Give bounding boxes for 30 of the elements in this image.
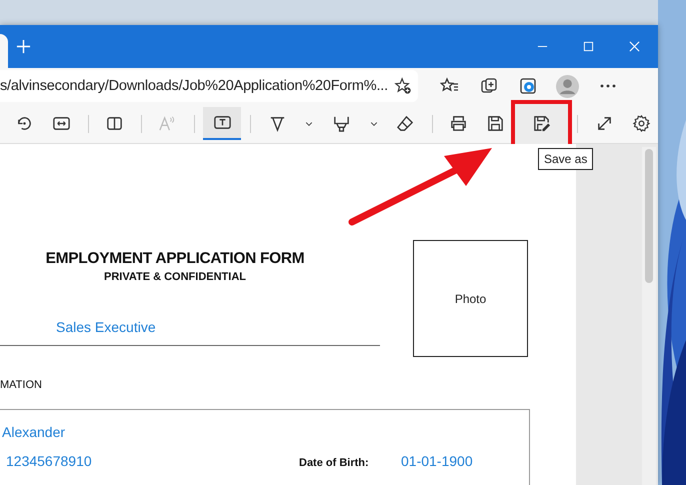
eraser-icon — [396, 114, 416, 133]
toolbar-button[interactable] — [203, 107, 242, 140]
page-view-icon — [105, 114, 124, 133]
save-icon — [486, 114, 506, 133]
form-title: EMPLOYMENT APPLICATION FORM — [44, 250, 306, 268]
save-as-icon — [532, 114, 552, 133]
address-bar[interactable]: s/alvinsecondary/Downloads/Job%20Application%20Form%... — [0, 70, 418, 102]
position-value: Sales Executive — [56, 319, 157, 335]
add-favorite-icon[interactable] — [394, 77, 412, 95]
close-icon[interactable] — [629, 41, 640, 52]
date-of-birth-label: Date of Birth: — [299, 457, 370, 469]
phone-value: 12345678910 — [6, 453, 93, 469]
fit-width-icon — [52, 114, 72, 133]
photo-label: Photo — [454, 292, 486, 306]
highlight-icon — [332, 114, 351, 133]
new-tab-icon[interactable] — [16, 39, 31, 54]
toolbar-button[interactable] — [515, 104, 568, 144]
browser-tab[interactable] — [0, 34, 8, 68]
tooltip: Save as — [538, 148, 594, 170]
add-text-icon — [212, 113, 232, 132]
scrollbar[interactable] — [642, 147, 656, 485]
settings-icon — [632, 114, 651, 133]
name-value: Alexander — [2, 424, 66, 440]
date-of-birth-value: 01-01-1900 — [401, 453, 473, 469]
maximize-icon[interactable] — [583, 41, 594, 52]
profile-avatar-icon[interactable] — [556, 74, 579, 98]
section-heading: MATION — [0, 379, 43, 391]
form-subtitle: PRIVATE & CONFIDENTIAL — [103, 271, 247, 283]
print-icon — [449, 114, 468, 133]
browser-essentials-icon[interactable] — [518, 76, 538, 96]
